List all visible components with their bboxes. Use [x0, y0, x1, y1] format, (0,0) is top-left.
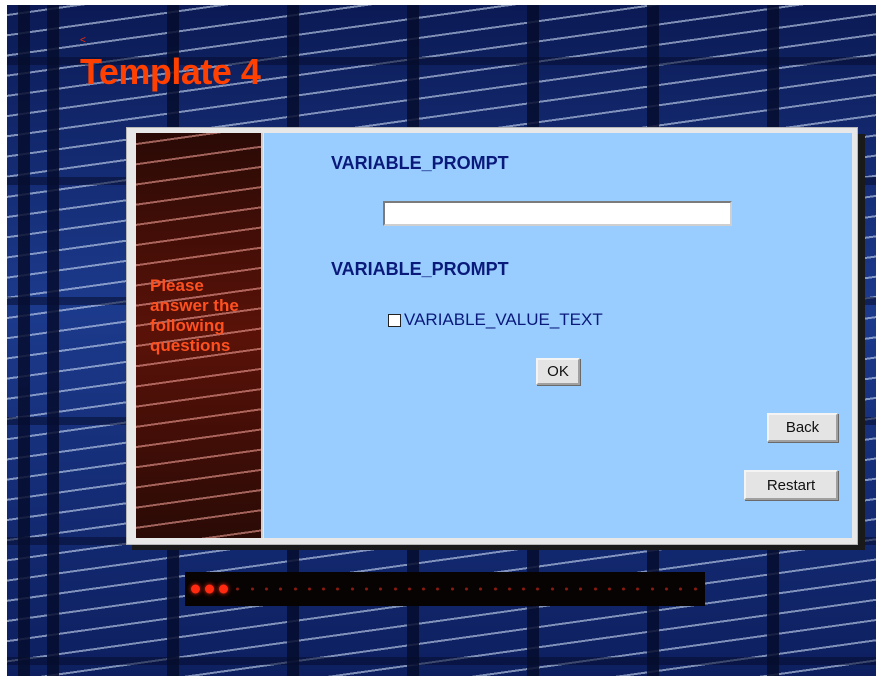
progress-dot-active	[204, 584, 214, 594]
page-title: Template 4	[80, 51, 261, 92]
progress-dot	[693, 587, 697, 591]
progress-dot	[422, 587, 426, 591]
progress-dot	[450, 587, 454, 591]
progress-dot	[279, 587, 283, 591]
checkbox-label[interactable]: VARIABLE_VALUE_TEXT	[404, 310, 603, 330]
progress-dot-active	[219, 584, 229, 594]
progress-dot	[236, 587, 240, 591]
progress-dot	[336, 587, 340, 591]
progress-dot	[364, 587, 368, 591]
progress-dot	[536, 587, 540, 591]
progress-dot	[650, 587, 654, 591]
progress-dot-active	[190, 584, 200, 594]
back-button[interactable]: Back	[767, 413, 838, 442]
prompt-label-1: VARIABLE_PROMPT	[331, 153, 509, 173]
progress-dot	[522, 587, 526, 591]
checkbox[interactable]	[388, 313, 401, 327]
progress-dot	[607, 587, 611, 591]
checkbox-row[interactable]: VARIABLE_VALUE_TEXT	[388, 310, 603, 330]
progress-dot	[564, 587, 568, 591]
form-area: VARIABLE_PROMPT VARIABLE_PROMPT VARIABLE…	[264, 133, 852, 538]
prompt-label-2: VARIABLE_PROMPT	[331, 259, 509, 279]
progress-dot	[436, 587, 440, 591]
progress-dot	[407, 587, 411, 591]
progress-dot	[250, 587, 254, 591]
progress-dot	[636, 587, 640, 591]
corner-mark: <	[80, 35, 86, 46]
sidebar: Please answer the following questions	[136, 133, 263, 538]
progress-indicator	[185, 572, 705, 606]
progress-dot	[393, 587, 397, 591]
progress-dot	[479, 587, 483, 591]
restart-button[interactable]: Restart	[744, 470, 838, 500]
progress-dot	[550, 587, 554, 591]
progress-dot	[264, 587, 268, 591]
progress-dot	[664, 587, 668, 591]
progress-dot	[307, 587, 311, 591]
progress-dot	[622, 587, 626, 591]
progress-dot	[464, 587, 468, 591]
progress-dot	[322, 587, 326, 591]
progress-dot	[507, 587, 511, 591]
progress-dot	[593, 587, 597, 591]
sidebar-instruction: Please answer the following questions	[150, 276, 239, 355]
progress-dot	[679, 587, 683, 591]
progress-dot	[379, 587, 383, 591]
answer-input[interactable]	[383, 201, 732, 226]
ok-button[interactable]: OK	[536, 358, 580, 385]
progress-dot	[579, 587, 583, 591]
progress-dot	[350, 587, 354, 591]
progress-dot	[493, 587, 497, 591]
progress-dot	[293, 587, 297, 591]
